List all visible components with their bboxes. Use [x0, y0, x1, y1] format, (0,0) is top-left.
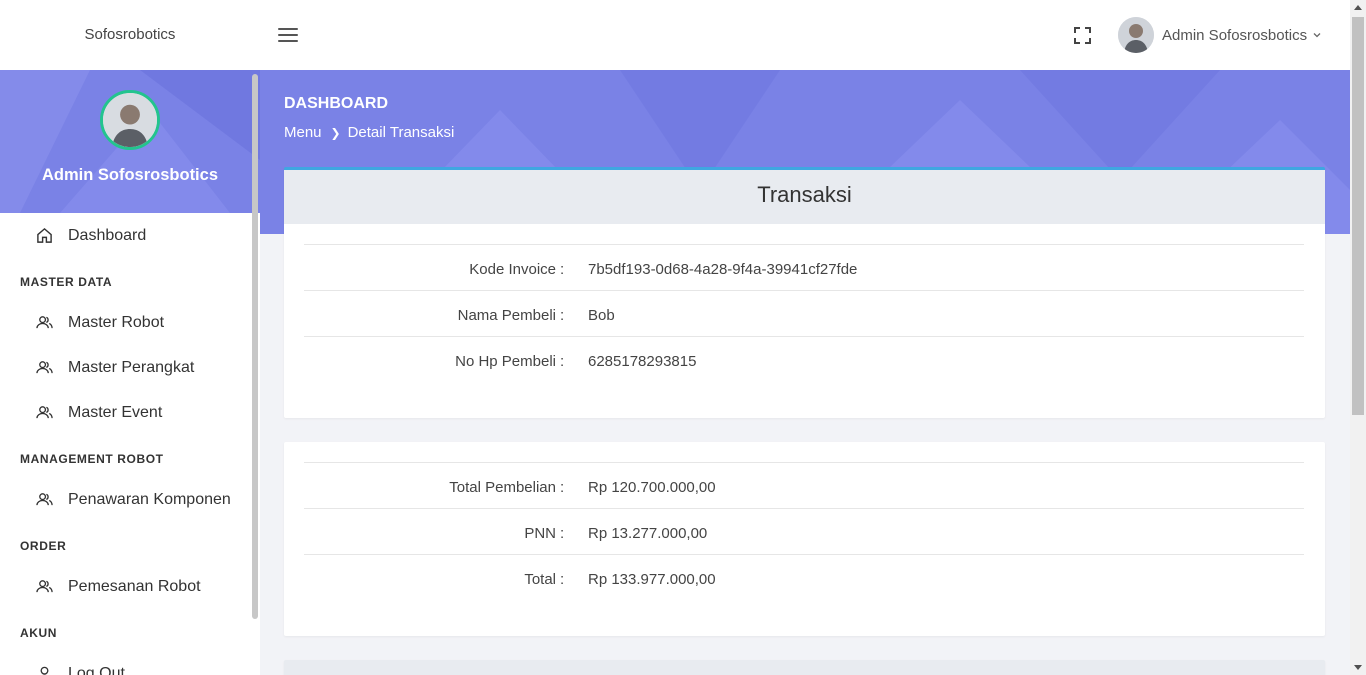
detail-row: Total : Rp 133.977.000,00: [304, 554, 1304, 600]
sidebar-item-master-robot[interactable]: Master Robot: [0, 300, 260, 345]
row-label: Nama Pembeli: [457, 307, 556, 324]
detail-row: No Hp Pembeli : 6285178293815: [304, 336, 1304, 382]
page-scrollbar[interactable]: [1350, 0, 1366, 675]
chevron-down-icon: [1313, 33, 1321, 38]
breadcrumb-menu-link[interactable]: Menu: [284, 124, 322, 141]
detail-row: PNN : Rp 13.277.000,00: [304, 508, 1304, 554]
detail-row: Kode Invoice : 7b5df193-0d68-4a28-9f4a-3…: [304, 244, 1304, 290]
next-card: [284, 660, 1325, 675]
sidebar-item-label: Log Out: [68, 664, 125, 675]
row-value: Rp 120.700.000,00: [588, 479, 716, 496]
fullscreen-icon[interactable]: [1074, 27, 1091, 44]
breadcrumb-current: Detail Transaksi: [347, 124, 455, 141]
transaction-card: Transaksi Kode Invoice : 7b5df193-0d68-4…: [284, 167, 1325, 418]
row-value: Rp 13.277.000,00: [588, 525, 708, 542]
top-navbar: Sofosrobotics Admin Sofosrosbotics: [0, 0, 1350, 70]
sidebar-item-label: Penawaran Komponen: [68, 490, 231, 508]
row-value: 6285178293815: [588, 353, 697, 370]
sidebar-section-header: AKUN: [20, 626, 58, 640]
row-label: Total Pembelian: [449, 479, 556, 496]
user-icon: [40, 666, 49, 675]
scrollbar-thumb[interactable]: [1352, 17, 1364, 415]
sidebar: Admin Sofosrosbotics Dashboard MASTER DA…: [0, 70, 260, 675]
user-name: Admin Sofosrosbotics: [1162, 26, 1308, 44]
detail-row: Total Pembelian : Rp 120.700.000,00: [304, 462, 1304, 508]
breadcrumb: Menu ❯ Detail Transaksi: [284, 124, 454, 141]
sidebar-item-master-perangkat[interactable]: Master Perangkat: [0, 345, 260, 390]
sidebar-section-header: ORDER: [20, 539, 67, 553]
sidebar-section-header: MASTER DATA: [20, 275, 113, 289]
sidebar-item-label: Master Robot: [68, 313, 165, 331]
menu-toggle-icon[interactable]: [278, 28, 298, 44]
scroll-up-icon[interactable]: [1354, 5, 1362, 10]
user-dropdown[interactable]: Admin Sofosrosbotics: [1118, 17, 1321, 53]
row-label: PNN: [524, 525, 556, 542]
sidebar-section-header: MANAGEMENT ROBOT: [20, 452, 164, 466]
users-icon: [36, 493, 53, 506]
row-colon: :: [560, 479, 565, 496]
row-colon: :: [560, 571, 565, 588]
sidebar-item-pemesanan-robot[interactable]: Pemesanan Robot: [0, 564, 260, 609]
sidebar-scrollbar[interactable]: [252, 74, 258, 619]
home-icon: [37, 227, 52, 243]
brand-logo-text[interactable]: Sofosrobotics: [0, 0, 260, 70]
sidebar-item-penawaran-komponen[interactable]: Penawaran Komponen: [0, 477, 260, 522]
totals-card: Total Pembelian : Rp 120.700.000,00 PNN …: [284, 442, 1325, 636]
sidebar-item-label: Master Perangkat: [68, 358, 195, 376]
page-title: DASHBOARD: [284, 95, 388, 112]
users-icon: [36, 316, 53, 329]
users-icon: [36, 406, 53, 419]
sidebar-item-label: Pemesanan Robot: [68, 577, 201, 595]
sidebar-item-label: Dashboard: [68, 226, 147, 244]
row-colon: :: [560, 307, 565, 324]
detail-row: Nama Pembeli : Bob: [304, 290, 1304, 336]
row-value: 7b5df193-0d68-4a28-9f4a-39941cf27fde: [588, 261, 858, 278]
row-colon: :: [560, 353, 565, 370]
card-title: Transaksi: [284, 170, 1325, 224]
sidebar-item-dashboard[interactable]: Dashboard: [0, 213, 260, 258]
sidebar-profile: Admin Sofosrosbotics: [0, 70, 260, 213]
users-icon: [36, 580, 53, 593]
row-label: Kode Invoice: [469, 261, 556, 278]
profile-name: Admin Sofosrosbotics: [41, 166, 218, 184]
row-value: Rp 133.977.000,00: [588, 571, 716, 588]
sidebar-item-log-out[interactable]: Log Out: [0, 651, 260, 675]
profile-avatar: [100, 90, 160, 150]
sidebar-item-label: Master Event: [68, 403, 163, 421]
row-value: Bob: [588, 307, 615, 324]
row-colon: :: [560, 261, 565, 278]
row-label: No Hp Pembeli: [455, 353, 556, 370]
row-label: Total: [524, 571, 556, 588]
chevron-right-icon: ❯: [330, 125, 341, 140]
avatar: [1118, 17, 1154, 53]
scroll-down-icon[interactable]: [1354, 665, 1362, 670]
sidebar-item-master-event[interactable]: Master Event: [0, 390, 260, 435]
users-icon: [36, 361, 53, 374]
row-colon: :: [560, 525, 565, 542]
